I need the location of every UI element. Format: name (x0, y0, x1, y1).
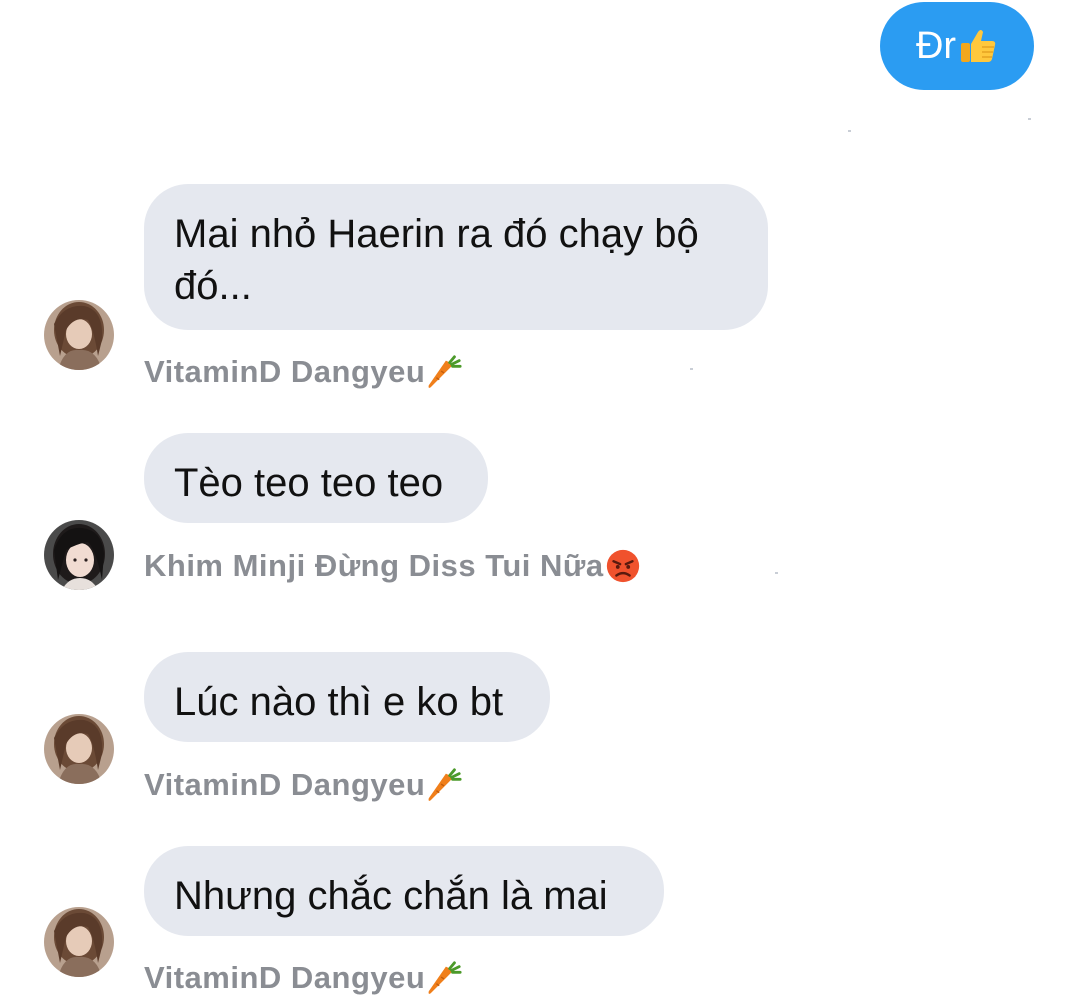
message-text: Mai nhỏ Haerin ra đó chạy bộ đó... (174, 212, 699, 308)
carrot-icon (428, 768, 462, 801)
incoming-message-bubble[interactable]: Tèo teo teo teo (144, 433, 488, 523)
sender-name: VitaminD Dangyeu (144, 958, 463, 998)
incoming-message-bubble[interactable]: Nhưng chắc chắn là mai (144, 846, 664, 936)
avatar[interactable] (44, 714, 114, 784)
sender-name: VitaminD Dangyeu (144, 352, 463, 392)
incoming-message-bubble[interactable]: Mai nhỏ Haerin ra đó chạy bộ đó... (144, 184, 768, 330)
avatar[interactable] (44, 520, 114, 590)
message-text: Đr (915, 25, 957, 67)
avatar-photo (44, 714, 114, 784)
avatar-photo (44, 300, 114, 370)
sender-name: VitaminD Dangyeu (144, 765, 463, 805)
thumbs-up-icon (961, 30, 996, 62)
carrot-icon (428, 355, 462, 388)
avatar-photo (44, 907, 114, 977)
message-text: Tèo teo teo teo (174, 461, 444, 505)
avatar[interactable] (44, 300, 114, 370)
outgoing-message-bubble[interactable]: Đr (880, 2, 1034, 90)
sender-name: Khim Minji Đừng Diss Tui Nữa (144, 546, 642, 586)
message-text: Nhưng chắc chắn là mai (174, 874, 608, 918)
incoming-message-bubble[interactable]: Lúc nào thì e ko bt (144, 652, 550, 742)
carrot-icon (428, 961, 462, 994)
avatar[interactable] (44, 907, 114, 977)
message-text: Lúc nào thì e ko bt (174, 680, 504, 724)
angry-face-icon (606, 549, 639, 583)
avatar-photo (44, 520, 114, 590)
